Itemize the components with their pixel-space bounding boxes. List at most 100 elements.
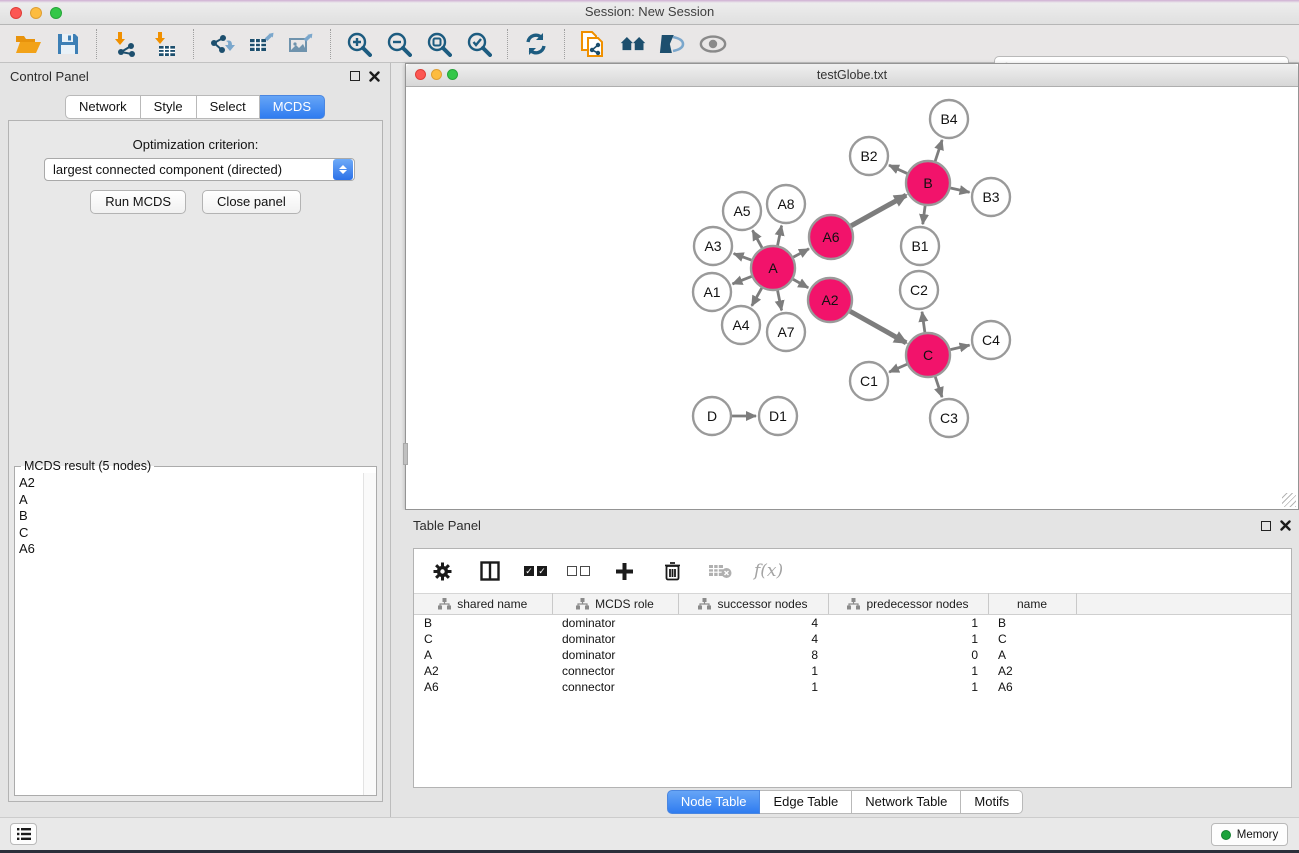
graph-edge-C-C1[interactable] <box>889 364 907 372</box>
result-scrollbar[interactable] <box>363 473 376 795</box>
import-table-icon[interactable] <box>151 30 179 58</box>
tab-select[interactable]: Select <box>197 95 260 119</box>
column-header-predecessor-nodes[interactable]: predecessor nodes <box>828 594 988 615</box>
function-builder-icon[interactable]: f(x) <box>754 561 783 581</box>
table-cell[interactable]: connector <box>552 679 678 695</box>
minimize-window-icon[interactable] <box>30 7 42 19</box>
criterion-select[interactable]: largest connected component (directed) <box>44 158 355 181</box>
table-row[interactable]: Cdominator41C <box>414 631 1291 647</box>
tab-network-table[interactable]: Network Table <box>852 790 961 814</box>
graph-edge-B-B4[interactable] <box>935 140 942 161</box>
float-table-panel-icon[interactable] <box>1261 521 1271 531</box>
graph-edge-A-A7[interactable] <box>778 291 782 311</box>
first-neighbors-icon[interactable] <box>619 30 647 58</box>
table-cell[interactable]: 1 <box>828 679 988 695</box>
table-cell[interactable]: C <box>988 631 1076 647</box>
graph-node-A6[interactable]: A6 <box>809 215 853 259</box>
table-cell[interactable]: 4 <box>678 631 828 647</box>
network-window-titlebar[interactable]: testGlobe.txt <box>406 64 1298 87</box>
graph-node-D[interactable]: D <box>693 397 731 435</box>
table-cell[interactable]: B <box>988 615 1076 631</box>
graph-node-B4[interactable]: B4 <box>930 100 968 138</box>
graph-edge-C-C3[interactable] <box>935 377 942 397</box>
show-hide-eye-icon[interactable] <box>699 30 727 58</box>
window-resize-grip[interactable] <box>1282 493 1296 507</box>
table-row[interactable]: A2connector11A2 <box>414 663 1291 679</box>
graph-node-B1[interactable]: B1 <box>901 227 939 265</box>
graph-edge-C-C4[interactable] <box>950 345 969 350</box>
graph-node-C3[interactable]: C3 <box>930 399 968 437</box>
graph-edge-A-A5[interactable] <box>753 230 763 247</box>
task-history-button[interactable] <box>10 823 37 845</box>
graph-node-A4[interactable]: A4 <box>722 306 760 344</box>
table-cell[interactable]: A6 <box>414 679 552 695</box>
graph-edge-A-A6[interactable] <box>793 249 809 257</box>
graph-node-A7[interactable]: A7 <box>767 313 805 351</box>
mcds-result-list[interactable]: A2ABCA6 <box>15 473 363 795</box>
result-item[interactable]: A <box>19 492 359 509</box>
table-cell[interactable]: 1 <box>678 663 828 679</box>
graph-node-A[interactable]: A <box>751 246 795 290</box>
table-cell[interactable]: A6 <box>988 679 1076 695</box>
result-item[interactable]: A6 <box>19 541 359 558</box>
graph-node-A5[interactable]: A5 <box>723 192 761 230</box>
zoom-fit-icon[interactable] <box>425 30 453 58</box>
table-cell[interactable]: 1 <box>828 631 988 647</box>
tab-edge-table[interactable]: Edge Table <box>760 790 852 814</box>
graph-edge-A-A8[interactable] <box>778 226 782 246</box>
graph-node-B3[interactable]: B3 <box>972 178 1010 216</box>
graph-node-C1[interactable]: C1 <box>850 362 888 400</box>
table-cell[interactable]: 0 <box>828 647 988 663</box>
table-cell[interactable]: A <box>414 647 552 663</box>
column-visibility-icon[interactable] <box>476 557 504 585</box>
graph-edge-B-B2[interactable] <box>889 165 907 173</box>
table-cell[interactable]: A2 <box>988 663 1076 679</box>
table-cell[interactable]: B <box>414 615 552 631</box>
tab-style[interactable]: Style <box>141 95 197 119</box>
graph-node-A1[interactable]: A1 <box>693 273 731 311</box>
deselect-all-icon[interactable] <box>567 557 590 585</box>
result-item[interactable]: C <box>19 525 359 542</box>
graph-node-D1[interactable]: D1 <box>759 397 797 435</box>
export-table-icon[interactable] <box>248 30 276 58</box>
float-panel-icon[interactable] <box>350 71 360 81</box>
network-close-icon[interactable] <box>415 69 426 80</box>
table-cell[interactable]: 8 <box>678 647 828 663</box>
graph-edge-B-B1[interactable] <box>923 206 925 224</box>
zoom-in-icon[interactable] <box>345 30 373 58</box>
new-network-from-selection-icon[interactable] <box>579 30 607 58</box>
open-file-icon[interactable] <box>14 30 42 58</box>
zoom-selected-icon[interactable] <box>465 30 493 58</box>
delete-column-trash-icon[interactable] <box>658 557 686 585</box>
table-cell[interactable]: A <box>988 647 1076 663</box>
graph-node-A2[interactable]: A2 <box>808 278 852 322</box>
tab-mcds[interactable]: MCDS <box>260 95 325 119</box>
network-zoom-icon[interactable] <box>447 69 458 80</box>
close-window-icon[interactable] <box>10 7 22 19</box>
graph-node-C[interactable]: C <box>906 333 950 377</box>
graph-node-C2[interactable]: C2 <box>900 271 938 309</box>
close-panel-icon[interactable] <box>369 71 380 82</box>
graph-node-A3[interactable]: A3 <box>694 227 732 265</box>
table-cell[interactable]: 1 <box>828 663 988 679</box>
delete-table-icon[interactable] <box>706 557 734 585</box>
close-table-panel-icon[interactable] <box>1280 520 1291 531</box>
table-cell[interactable]: dominator <box>552 615 678 631</box>
save-session-icon[interactable] <box>54 30 82 58</box>
table-cell[interactable]: 1 <box>828 615 988 631</box>
close-panel-button[interactable]: Close panel <box>202 190 301 214</box>
table-cell[interactable]: connector <box>552 663 678 679</box>
tab-node-table[interactable]: Node Table <box>667 790 761 814</box>
run-mcds-button[interactable]: Run MCDS <box>90 190 186 214</box>
table-cell[interactable]: dominator <box>552 631 678 647</box>
table-row[interactable]: Adominator80A <box>414 647 1291 663</box>
table-cell[interactable]: A2 <box>414 663 552 679</box>
graph-edge-B-B3[interactable] <box>950 188 969 192</box>
graph-edge-A6-B[interactable] <box>851 195 906 226</box>
table-cell[interactable]: C <box>414 631 552 647</box>
table-cell[interactable]: 4 <box>678 615 828 631</box>
graph-node-B2[interactable]: B2 <box>850 137 888 175</box>
tab-motifs[interactable]: Motifs <box>961 790 1023 814</box>
add-column-icon[interactable] <box>610 557 638 585</box>
graph-edge-A-A1[interactable] <box>732 276 751 284</box>
